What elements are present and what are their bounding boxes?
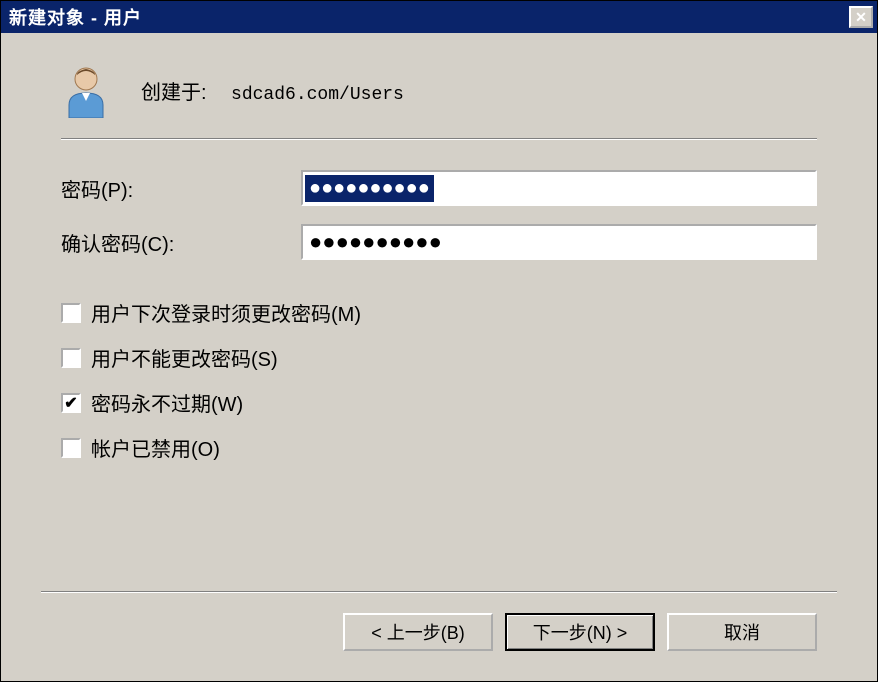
- confirm-password-value: ●●●●●●●●●●: [305, 229, 446, 255]
- confirm-password-row: 确认密码(C): ●●●●●●●●●●: [61, 224, 817, 260]
- spacer: [61, 462, 817, 591]
- user-icon: [61, 63, 111, 118]
- checkbox-never-expires-box[interactable]: ✔: [61, 393, 81, 413]
- button-divider: [41, 591, 837, 593]
- confirm-password-input[interactable]: ●●●●●●●●●●: [301, 224, 817, 260]
- checkbox-cannot-change-label: 用户不能更改密码(S): [91, 343, 278, 372]
- back-button[interactable]: < 上一步(B): [343, 613, 493, 651]
- close-icon: ✕: [855, 9, 867, 26]
- header-row: 创建于: sdcad6.com/Users: [61, 63, 817, 118]
- create-path: sdcad6.com/Users: [231, 85, 404, 105]
- password-value-selected: ●●●●●●●●●●: [305, 175, 434, 202]
- next-button[interactable]: 下一步(N) >: [505, 613, 655, 651]
- password-input[interactable]: ●●●●●●●●●●: [301, 170, 817, 206]
- header-divider: [61, 138, 817, 140]
- close-button[interactable]: ✕: [849, 6, 873, 28]
- checkbox-group: 用户下次登录时须更改密码(M) 用户不能更改密码(S) ✔ 密码永不过期(W) …: [61, 298, 817, 462]
- checkbox-must-change[interactable]: 用户下次登录时须更改密码(M): [61, 298, 817, 327]
- password-row: 密码(P): ●●●●●●●●●●: [61, 170, 817, 206]
- content-area: 创建于: sdcad6.com/Users 密码(P): ●●●●●●●●●● …: [1, 33, 877, 681]
- window-title: 新建对象 - 用户: [9, 4, 142, 30]
- checkbox-never-expires-label: 密码永不过期(W): [91, 388, 243, 417]
- checkbox-must-change-box[interactable]: [61, 303, 81, 323]
- password-label: 密码(P):: [61, 174, 301, 203]
- confirm-password-label: 确认密码(C):: [61, 228, 301, 257]
- checkbox-never-expires[interactable]: ✔ 密码永不过期(W): [61, 388, 817, 417]
- checkbox-account-disabled[interactable]: 帐户已禁用(O): [61, 433, 817, 462]
- create-label: 创建于:: [141, 82, 207, 104]
- checkbox-must-change-label: 用户下次登录时须更改密码(M): [91, 298, 361, 327]
- titlebar: 新建对象 - 用户 ✕: [1, 1, 877, 33]
- cancel-button[interactable]: 取消: [667, 613, 817, 651]
- button-row: < 上一步(B) 下一步(N) > 取消: [61, 613, 817, 661]
- checkbox-cannot-change[interactable]: 用户不能更改密码(S): [61, 343, 817, 372]
- checkbox-account-disabled-box[interactable]: [61, 438, 81, 458]
- dialog-window: 新建对象 - 用户 ✕ 创建于: sdcad6.com/Users 密码(P):…: [0, 0, 878, 682]
- check-icon: ✔: [64, 393, 77, 413]
- create-info: 创建于: sdcad6.com/Users: [141, 76, 404, 105]
- checkbox-account-disabled-label: 帐户已禁用(O): [91, 433, 220, 462]
- checkbox-cannot-change-box[interactable]: [61, 348, 81, 368]
